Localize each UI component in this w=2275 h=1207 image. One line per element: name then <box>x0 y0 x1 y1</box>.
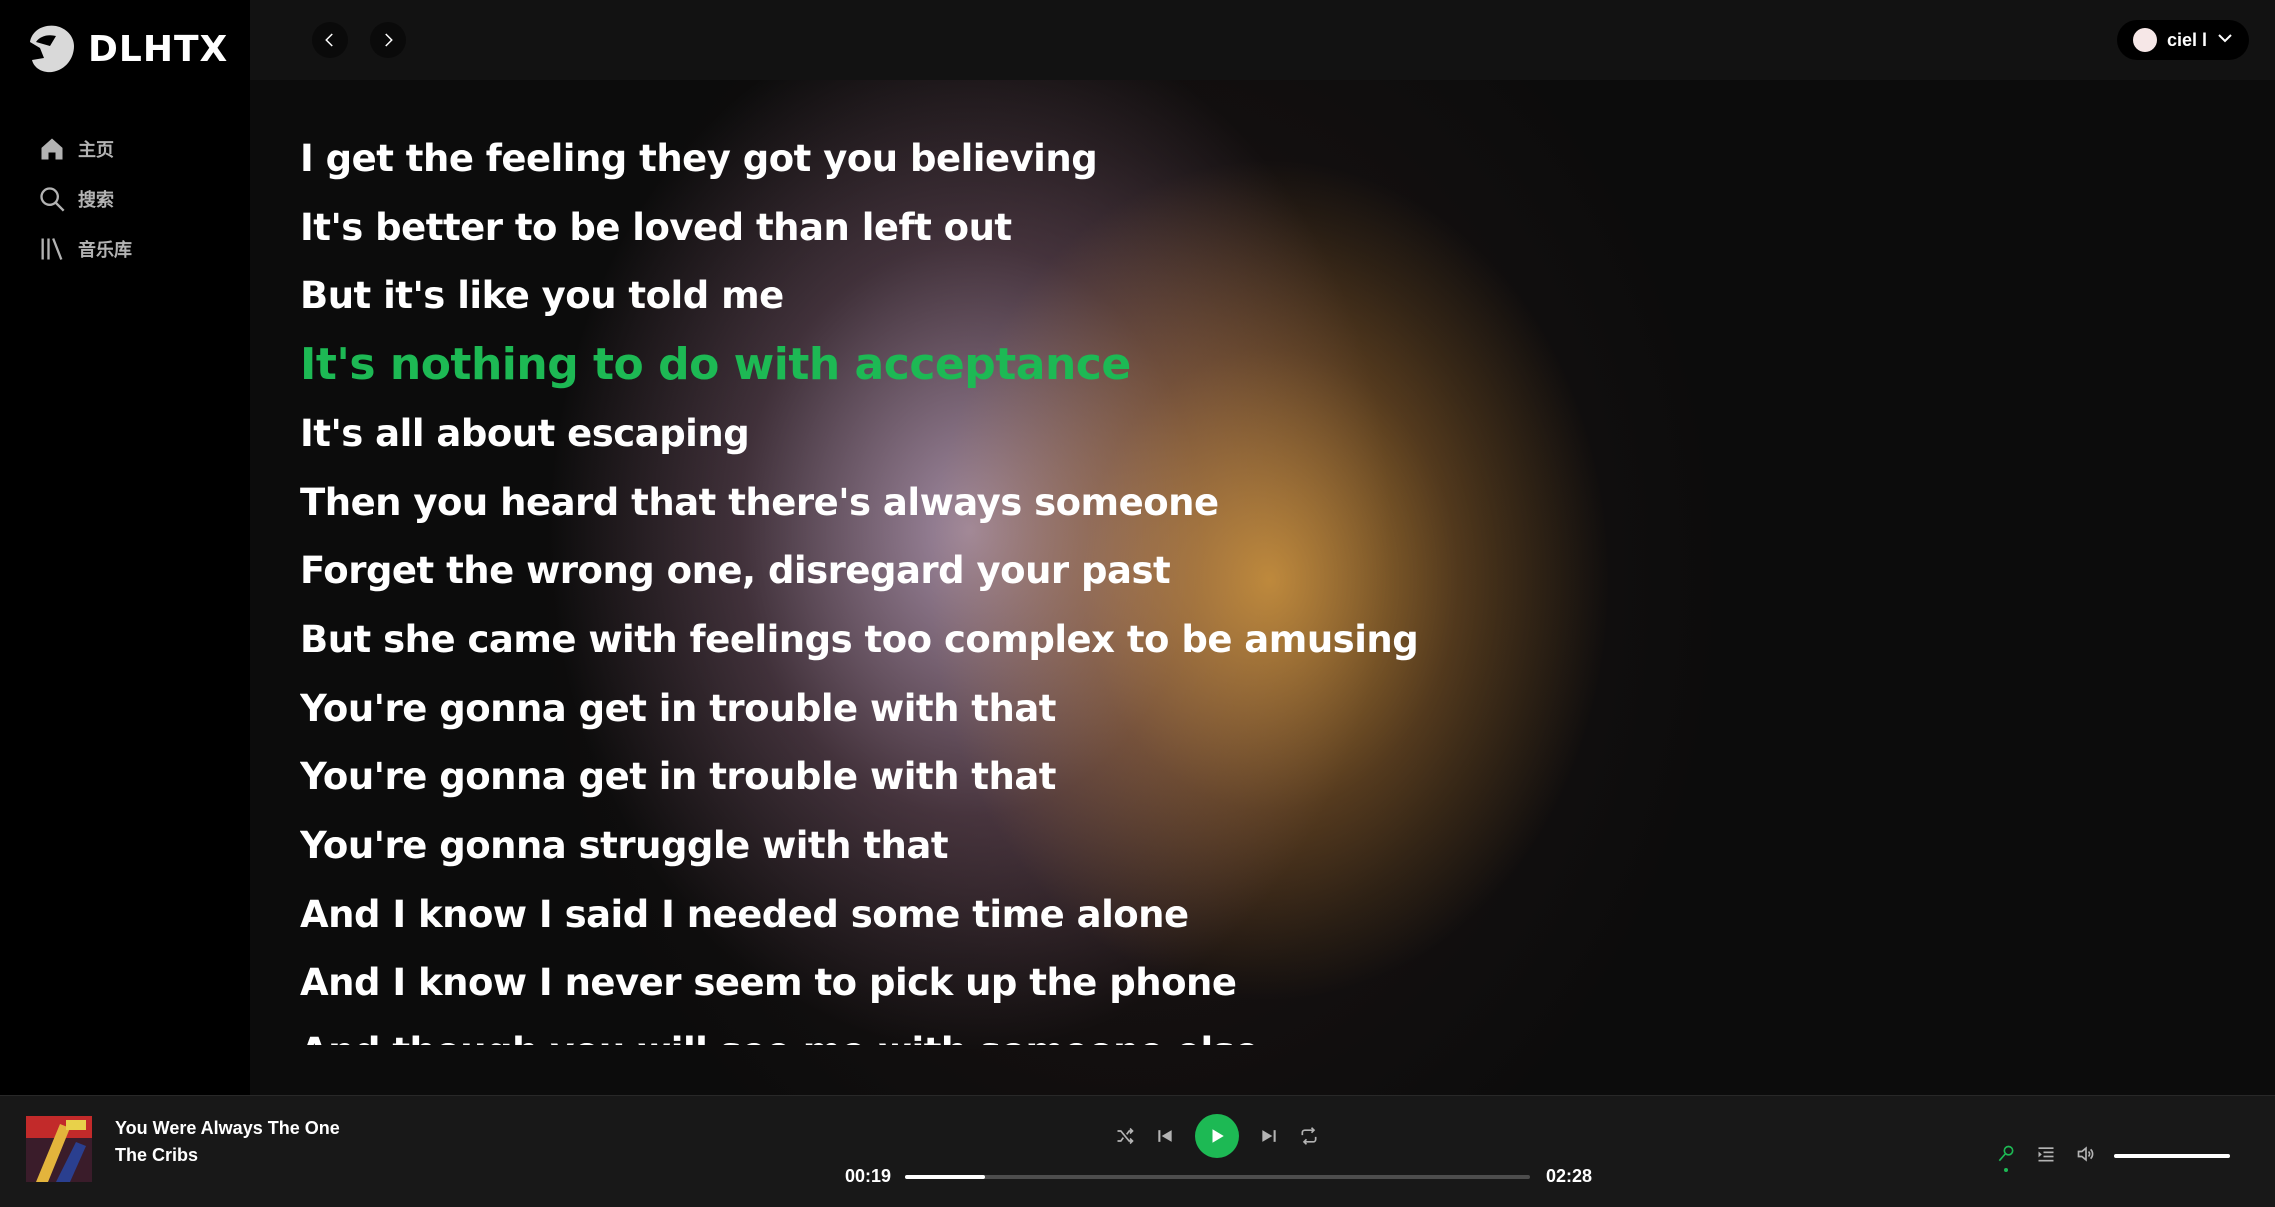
library-icon <box>38 235 66 263</box>
microphone-icon <box>1998 1145 2014 1162</box>
queue-button[interactable] <box>2030 1138 2062 1170</box>
home-icon <box>38 135 66 163</box>
avatar <box>2132 28 2157 52</box>
top-bar: ciel l <box>250 0 2275 80</box>
shuffle-button[interactable] <box>1105 1116 1145 1156</box>
queue-icon <box>2038 1147 2054 1162</box>
sidebar-nav: 主页 搜索 音乐库 <box>38 124 132 274</box>
total-time: 02:28 <box>1546 1166 1593 1186</box>
lyric-line[interactable]: And I know I never seem to pick up the p… <box>300 949 1700 1018</box>
sidebar: DLHTX 主页 搜索 音乐库 <box>0 0 250 1095</box>
skip-next-icon <box>1262 1130 1276 1142</box>
sidebar-item-home[interactable]: 主页 <box>38 124 132 174</box>
lyric-line[interactable]: And though you will see me with someone … <box>300 1018 1700 1045</box>
lyric-line[interactable]: You're gonna struggle with that <box>300 812 1700 881</box>
logo-icon <box>30 25 74 73</box>
progress-fill <box>905 1175 985 1179</box>
lyric-line[interactable]: You're gonna get in trouble with that <box>300 675 1700 744</box>
current-time: 00:19 <box>845 1166 892 1186</box>
player-bar: You Were Always The One The Cribs 00:19 … <box>0 1095 2275 1207</box>
track-artist[interactable]: The Cribs <box>115 1145 198 1166</box>
sidebar-item-library[interactable]: 音乐库 <box>38 224 132 274</box>
lyric-line[interactable]: I get the feeling they got you believing <box>300 125 1700 194</box>
user-menu[interactable]: ciel l <box>2116 20 2249 60</box>
lyric-line[interactable]: Then you heard that there's always someo… <box>300 469 1700 538</box>
next-button[interactable] <box>1249 1116 1289 1156</box>
forward-button[interactable] <box>370 22 406 58</box>
sidebar-item-label: 搜索 <box>78 190 114 210</box>
previous-button[interactable] <box>1145 1116 1185 1156</box>
volume-fill <box>2114 1154 2230 1158</box>
progress-bar[interactable] <box>905 1175 1530 1179</box>
sidebar-item-label: 音乐库 <box>78 240 132 260</box>
lyric-line[interactable]: But she came with feelings too complex t… <box>300 606 1700 675</box>
repeat-icon <box>1301 1127 1317 1145</box>
sidebar-item-search[interactable]: 搜索 <box>38 174 132 224</box>
active-indicator <box>2004 1168 2008 1172</box>
shuffle-icon <box>1117 1127 1134 1145</box>
lyrics-button[interactable] <box>1990 1138 2022 1172</box>
lyric-line[interactable]: Forget the wrong one, disregard your pas… <box>300 537 1700 606</box>
main-content: ciel l I get the feeling they got you be… <box>250 0 2275 1095</box>
lyric-line[interactable]: It's all about escaping <box>300 400 1700 469</box>
volume-button[interactable] <box>2070 1138 2102 1170</box>
chevron-down-icon <box>2217 31 2233 49</box>
lyric-line-active[interactable]: It's nothing to do with acceptance <box>300 331 1700 400</box>
lyric-line[interactable]: But it's like you told me <box>300 262 1700 331</box>
album-cover[interactable] <box>26 1116 92 1182</box>
lyrics-panel[interactable]: I get the feeling they got you believing… <box>300 125 1700 1045</box>
track-title[interactable]: You Were Always The One <box>115 1118 340 1139</box>
lyric-line[interactable]: And I know I said I needed some time alo… <box>300 881 1700 950</box>
play-icon <box>1212 1129 1224 1143</box>
search-icon <box>38 185 66 213</box>
volume-icon <box>2077 1146 2094 1162</box>
volume-slider[interactable] <box>2114 1154 2230 1158</box>
repeat-button[interactable] <box>1289 1116 1329 1156</box>
extra-controls <box>1990 1138 2102 1172</box>
chevron-left-icon <box>325 33 333 47</box>
user-name: ciel l <box>2166 29 2207 50</box>
skip-previous-icon <box>1158 1130 1172 1142</box>
back-button[interactable] <box>312 22 348 58</box>
album-art <box>26 1116 92 1182</box>
app-logo[interactable]: DLHTX <box>22 20 228 78</box>
sidebar-item-label: 主页 <box>78 140 114 160</box>
playback-controls <box>1105 1114 1329 1158</box>
lyric-line[interactable]: It's better to be loved than left out <box>300 194 1700 263</box>
play-button[interactable] <box>1195 1114 1239 1158</box>
app-name: DLHTX <box>88 28 229 70</box>
chevron-right-icon <box>385 33 393 47</box>
lyric-line[interactable]: You're gonna get in trouble with that <box>300 743 1700 812</box>
